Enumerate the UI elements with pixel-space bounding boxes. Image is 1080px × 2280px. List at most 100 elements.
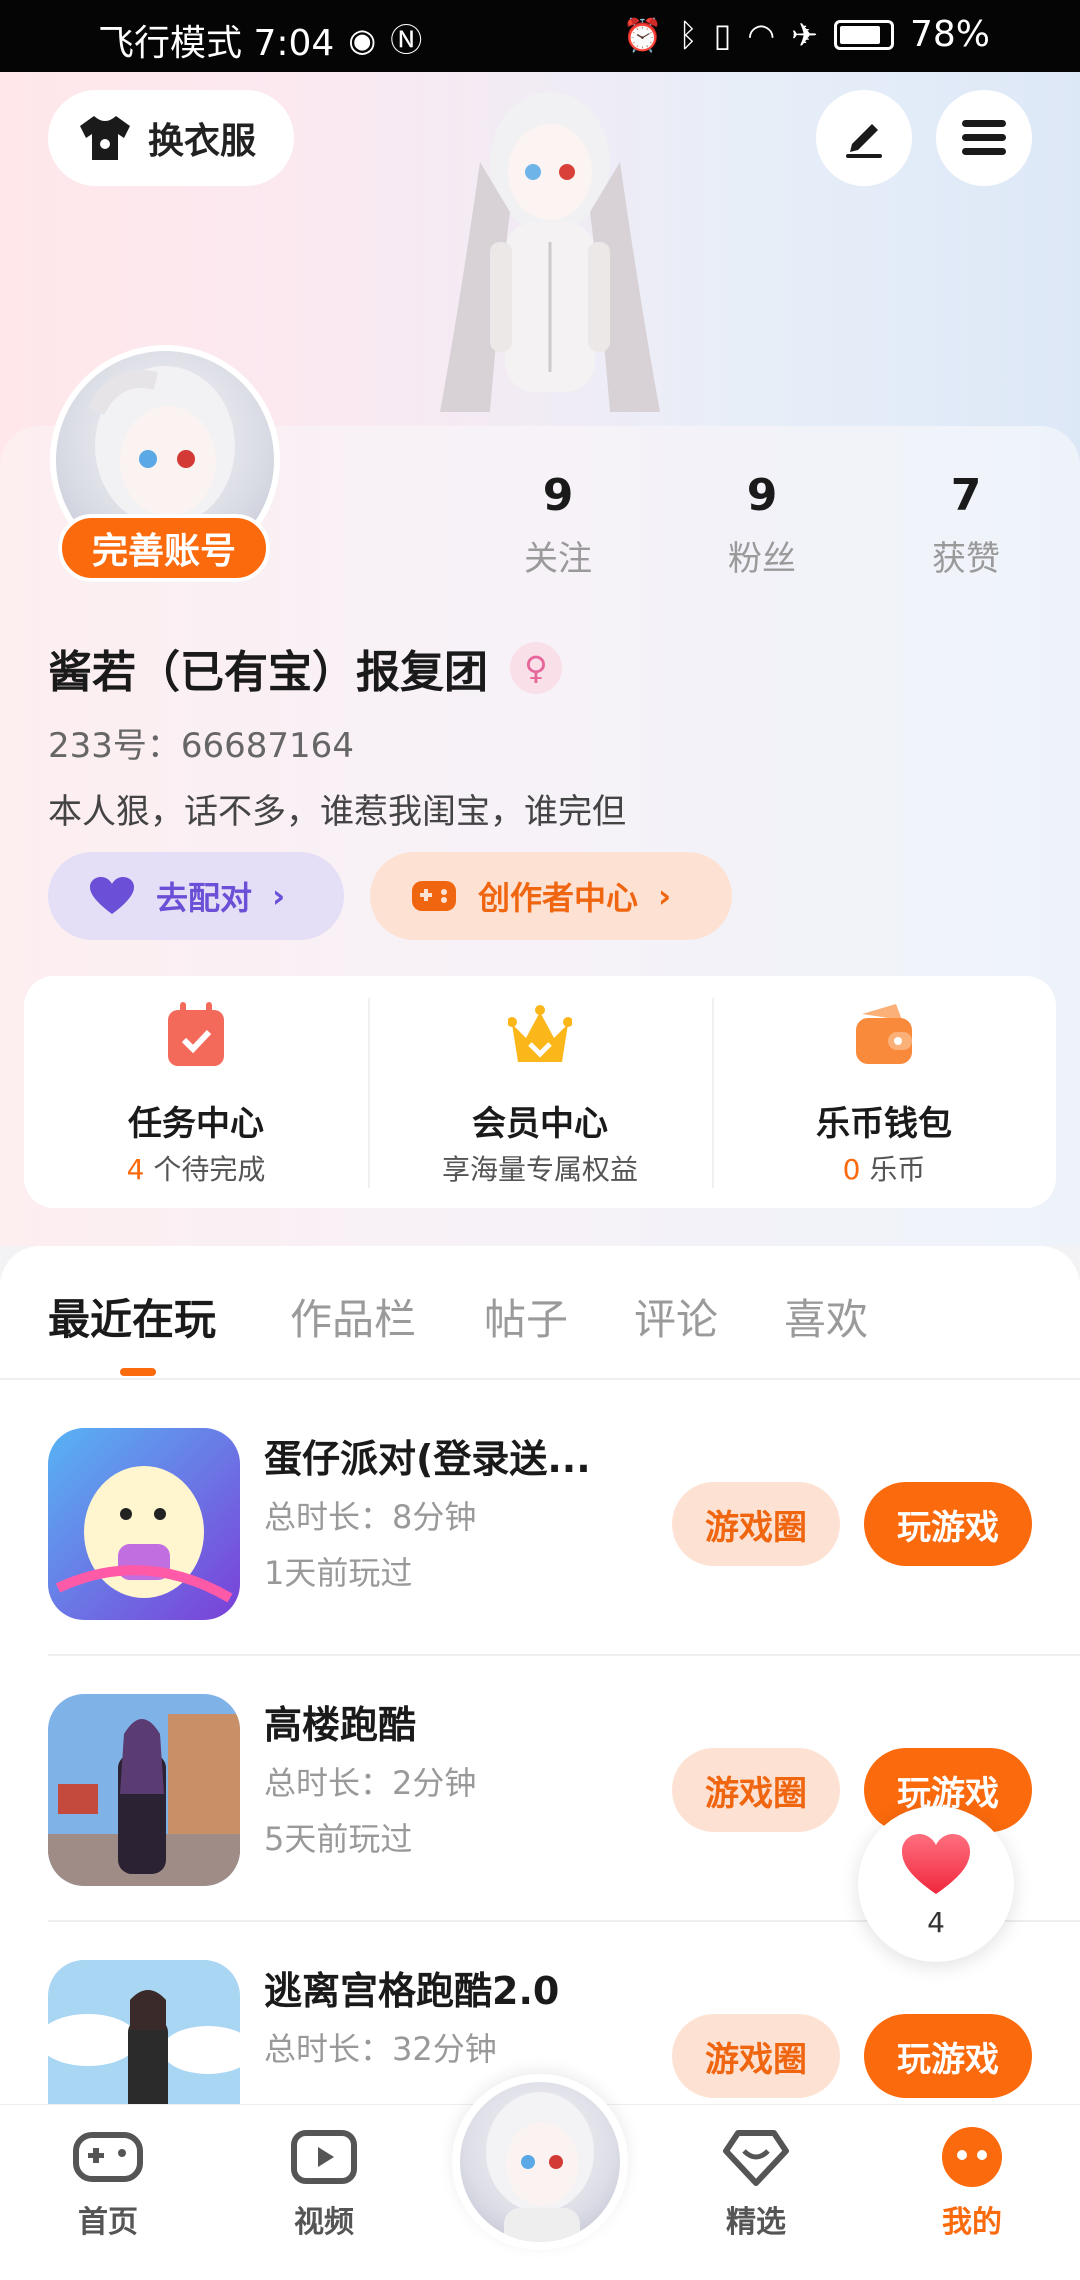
active-tab-indicator [120, 1368, 156, 1376]
stat-value: 7 [950, 470, 982, 521]
game-circle-button[interactable]: 游戏圈 [672, 1748, 840, 1832]
shirt-icon [80, 116, 130, 160]
quick-access-card: 任务中心 4 个待完成 会员中心 享海量专属权益 乐币钱包 0 乐币 [24, 976, 1056, 1208]
chevron-right-icon: › [658, 877, 672, 915]
stat-label: 获赞 [932, 539, 1000, 579]
chevron-right-icon: › [272, 877, 286, 915]
creator-center-button[interactable]: 创作者中心 › [370, 852, 732, 940]
floating-like-button[interactable]: 4 [858, 1806, 1014, 1962]
heart-diamond-icon [723, 2130, 789, 2186]
tab-recently-played[interactable]: 最近在玩 [48, 1286, 216, 1347]
edit-profile-button[interactable] [816, 90, 912, 186]
task-center-item[interactable]: 任务中心 4 个待完成 [24, 976, 368, 1208]
status-right: ⏰ ᛒ ▯ ◠ ✈ 78% [623, 14, 990, 55]
quick-title: 会员中心 [472, 1104, 608, 1144]
profile-tabs: 最近在玩 作品栏 帖子 评论 喜欢 [0, 1286, 1080, 1366]
row-divider [48, 1654, 1080, 1656]
vibrate-icon: ▯ [713, 15, 732, 54]
game-thumbnail[interactable] [48, 1428, 240, 1620]
status-time: 飞行模式 7:04 [98, 23, 335, 64]
stat-followers[interactable]: 9 粉丝 [692, 470, 832, 580]
avatar-character-illustration [440, 92, 660, 412]
eggy-party-image [48, 1428, 240, 1620]
vip-center-item[interactable]: 会员中心 享海量专属权益 [368, 976, 712, 1208]
nav-video[interactable]: 视频 [254, 2125, 394, 2241]
match-button[interactable]: 去配对 › [48, 852, 344, 940]
game-duration: 总时长：8分钟 [264, 1498, 477, 1536]
play-game-button[interactable]: 玩游戏 [864, 1482, 1032, 1566]
status-bar: 飞行模式 7:04 ◉ Ⓝ ⏰ ᛒ ▯ ◠ ✈ 78% [0, 0, 1080, 72]
nav-me[interactable]: 我的 [902, 2125, 1042, 2241]
change-outfit-label: 换衣服 [148, 121, 257, 162]
stat-label: 关注 [524, 539, 592, 579]
purple-heart-icon [90, 877, 134, 914]
quick-sub: 享海量专属权益 [441, 1153, 638, 1186]
menu-button[interactable] [936, 90, 1032, 186]
quick-title: 乐币钱包 [816, 1104, 952, 1144]
stat-value: 9 [746, 470, 778, 521]
battery-percent: 78% [909, 14, 990, 55]
female-gender-icon: ♀ [510, 642, 562, 694]
nav-featured[interactable]: 精选 [686, 2125, 826, 2241]
nav-home[interactable]: 首页 [38, 2125, 178, 2241]
tab-comments[interactable]: 评论 [634, 1286, 718, 1347]
menu-icon [962, 120, 1006, 155]
status-left: 飞行模式 7:04 ◉ Ⓝ [98, 14, 422, 66]
nfc-icon: Ⓝ [390, 21, 423, 59]
wallet-item[interactable]: 乐币钱包 0 乐币 [712, 976, 1056, 1208]
nav-avatar-button[interactable] [452, 2074, 628, 2250]
edit-icon [846, 124, 882, 158]
quick-sub: 4 个待完成 [24, 1148, 368, 1188]
creator-center-label: 创作者中心 [478, 879, 639, 917]
alarm-icon: ⏰ [622, 15, 663, 54]
game-title[interactable]: 逃离宫格跑酷2.0 [264, 1960, 559, 2015]
nav-label: 视频 [294, 2205, 354, 2240]
task-calendar-icon [168, 1002, 224, 1066]
quick-sub: 0 乐币 [712, 1148, 1056, 1188]
username-row: 酱若（已有宝）报复团 ♀ [48, 636, 562, 700]
gamepad-icon [412, 881, 456, 911]
complete-account-button[interactable]: 完善账号 [58, 514, 270, 582]
nav-label: 首页 [78, 2205, 138, 2240]
username: 酱若（已有宝）报复团 [48, 647, 488, 698]
game-title[interactable]: 高楼跑酷 [264, 1694, 416, 1749]
game-title[interactable]: 蛋仔派对(登录送... [264, 1428, 591, 1483]
game-circle-button[interactable]: 游戏圈 [672, 2014, 840, 2098]
battery-icon [833, 19, 894, 50]
wifi-icon: ◠ [747, 15, 776, 54]
crown-icon [508, 1005, 572, 1062]
game-duration: 总时长：32分钟 [264, 2030, 497, 2068]
airplane-icon: ✈ [791, 15, 818, 54]
bluetooth-icon: ᛒ [678, 15, 698, 54]
tab-works[interactable]: 作品栏 [290, 1286, 416, 1347]
user-id: 233号：66687164 [48, 726, 354, 766]
game-last-played: 1天前玩过 [264, 1554, 413, 1592]
quick-sub-text: 乐币 [860, 1153, 926, 1186]
tab-likes[interactable]: 喜欢 [784, 1286, 868, 1347]
stat-following[interactable]: 9 关注 [488, 470, 628, 580]
game-duration: 总时长：2分钟 [264, 1764, 477, 1802]
video-icon [291, 2130, 357, 2184]
gamepad-icon [73, 2132, 143, 2182]
stat-likes[interactable]: 7 获赞 [896, 470, 1036, 580]
match-label: 去配对 [156, 879, 253, 917]
user-bio: 本人狠，话不多，谁惹我闺宝，谁完但 [48, 792, 626, 832]
parkour-image [48, 1694, 240, 1886]
tab-posts[interactable]: 帖子 [484, 1286, 568, 1347]
stat-value: 9 [542, 470, 574, 521]
eye-icon: ◉ [348, 21, 377, 59]
game-row[interactable]: 蛋仔派对(登录送... 总时长：8分钟 1天前玩过 游戏圈 玩游戏 [0, 1428, 1080, 1694]
change-outfit-button[interactable]: 换衣服 [48, 90, 294, 186]
game-thumbnail[interactable] [48, 1694, 240, 1886]
coin-balance: 0 [842, 1153, 861, 1186]
like-count: 4 [927, 1906, 945, 1939]
game-last-played: 5天前玩过 [264, 1820, 413, 1858]
nav-label: 精选 [726, 2205, 786, 2240]
tab-divider [0, 1378, 1080, 1380]
wallet-icon [856, 1004, 912, 1064]
play-game-button[interactable]: 玩游戏 [864, 2014, 1032, 2098]
game-circle-button[interactable]: 游戏圈 [672, 1482, 840, 1566]
complete-account-label: 完善账号 [91, 531, 236, 572]
nav-label: 我的 [942, 2205, 1002, 2240]
pending-count: 4 [126, 1153, 145, 1186]
